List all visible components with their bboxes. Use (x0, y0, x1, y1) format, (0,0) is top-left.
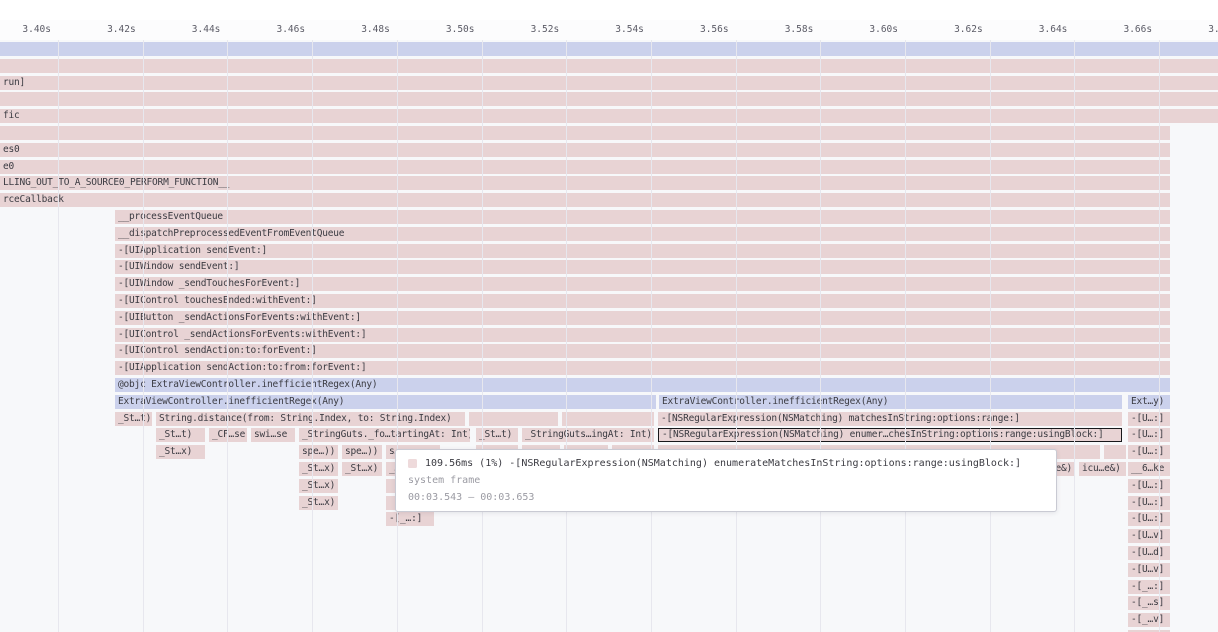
gridline (566, 40, 567, 632)
flame-bar[interactable]: ExtraViewController.inefficientRegex(Any… (659, 395, 1122, 409)
flame-bar[interactable]: run] (0, 76, 1218, 90)
flame-bar-selected[interactable]: -[NSRegularExpression(NSMatching) enumer… (658, 428, 1122, 442)
gridline (820, 40, 821, 632)
flame-bar[interactable] (0, 92, 1218, 106)
gridline (312, 40, 313, 632)
flame-layer: run] fic es0 e0 LLING_OUT_TO_A_SOURCE0_PERFO… (0, 0, 1218, 632)
flame-bar[interactable]: _St…x) (299, 496, 338, 510)
flame-bar[interactable]: -[UIWindow sendEvent:] (115, 260, 1170, 274)
flame-bar[interactable]: es0 (0, 143, 1170, 157)
flame-bar[interactable]: _St…t) (115, 412, 152, 426)
gridline (990, 40, 991, 632)
gridline (651, 40, 652, 632)
flame-bar[interactable]: -[U…:] (1128, 428, 1170, 442)
gridline (58, 40, 59, 632)
flame-bar[interactable]: -[UIButton _sendActionsForEvents:withEve… (115, 311, 1170, 325)
flame-bar[interactable]: -[U…:] (1128, 512, 1170, 526)
flame-bar[interactable]: -[_…:] (386, 512, 434, 526)
gridline (905, 40, 906, 632)
color-swatch-icon (408, 459, 417, 468)
flame-bar[interactable]: _St…x) (299, 479, 338, 493)
flame-bar[interactable]: -[_…:] (1128, 580, 1170, 594)
gridline (736, 40, 737, 632)
flame-bar[interactable]: -[U…v] (1128, 563, 1170, 577)
flame-bar[interactable]: -[U…:] (1128, 445, 1170, 459)
flame-bar[interactable]: _St…t) (156, 428, 205, 442)
gridline (1074, 40, 1075, 632)
flame-bar[interactable]: -[U…:] (1128, 496, 1170, 510)
flame-bar[interactable]: swi…se (251, 428, 295, 442)
flame-bar[interactable]: String.distance(from: String.Index, to: … (156, 412, 465, 426)
flame-bar[interactable]: @objc ExtraViewController.inefficientReg… (115, 378, 1170, 392)
flame-bar[interactable]: Ext…y) (1128, 395, 1170, 409)
flame-bar[interactable]: -[UIControl sendAction:to:forEvent:] (115, 344, 1170, 358)
flame-bar[interactable]: ExtraViewController.inefficientRegex(Any… (115, 395, 656, 409)
flame-bar[interactable]: __dispatchPreprocessedEventFromEventQueu… (115, 227, 1170, 241)
flame-bar[interactable]: _St…x) (156, 445, 205, 459)
flame-bar[interactable]: -[U…d] (1128, 546, 1170, 560)
flame-bar[interactable] (0, 59, 1218, 73)
flame-bar[interactable]: _StringGuts._fo…tartingAt: Int) (299, 428, 470, 442)
flame-bar[interactable]: __processEventQueue (115, 210, 1170, 224)
flame-bar[interactable]: -[U…:] (1128, 479, 1170, 493)
flame-bar[interactable]: -[_…s] (1128, 596, 1170, 610)
flame-bar[interactable]: spe…)) (342, 445, 382, 459)
flame-bar[interactable]: __6…ke (1128, 462, 1170, 476)
flame-bar[interactable]: -[U…v] (1128, 529, 1170, 543)
flame-bar[interactable]: -[U…:] (1128, 412, 1170, 426)
flame-bar[interactable]: _StringGuts…ingAt: Int) (522, 428, 654, 442)
tooltip-title: 109.56ms (1%) -[NSRegularExpression(NSMa… (425, 456, 1021, 471)
flame-bar[interactable]: _St…x) (299, 462, 338, 476)
flame-bar[interactable]: -[UIControl _sendActionsForEvents:withEv… (115, 328, 1170, 342)
flame-bar[interactable] (562, 412, 654, 426)
flame-bar[interactable]: -[UIWindow _sendTouchesForEvent:] (115, 277, 1170, 291)
flame-bar[interactable]: -[UIControl touchesEnded:withEvent:] (115, 294, 1170, 308)
flame-bar[interactable]: -[NSRegularExpression(NSMatching) matche… (658, 412, 1122, 426)
flame-bar[interactable]: rceCallback (0, 193, 1170, 207)
flame-bar[interactable]: -[UIApplication sendAction:to:from:forEv… (115, 361, 1170, 375)
flame-bar[interactable]: fic (0, 109, 1218, 123)
gridline (482, 40, 483, 632)
tooltip-subtitle: system frame (408, 473, 1044, 488)
gridline (1159, 40, 1160, 632)
flame-bar[interactable] (0, 126, 1170, 140)
gridline (227, 40, 228, 632)
flame-bar[interactable]: spe…)) (299, 445, 338, 459)
flame-bar[interactable]: LLING_OUT_TO_A_SOURCE0_PERFORM_FUNCTION_… (0, 176, 1170, 190)
gridline (143, 40, 144, 632)
flame-bar[interactable]: icu…e&) (1079, 462, 1126, 476)
flame-bar[interactable]: _St…x) (342, 462, 382, 476)
flame-bar[interactable]: e0 (0, 160, 1170, 174)
instruments-flame-graph-window: 3.40s3.42s3.44s3.46s3.48s3.50s3.52s3.54s… (0, 0, 1218, 632)
tooltip: 109.56ms (1%) -[NSRegularExpression(NSMa… (395, 449, 1057, 512)
tooltip-time-range: 00:03.543 — 00:03.653 (408, 490, 1044, 505)
flame-bar[interactable]: -[_…v] (1128, 613, 1170, 627)
flame-bar[interactable] (1104, 445, 1126, 459)
gridline (397, 40, 398, 632)
flame-bar[interactable] (0, 42, 1218, 56)
flame-bar[interactable]: -[UIApplication sendEvent:] (115, 244, 1170, 258)
